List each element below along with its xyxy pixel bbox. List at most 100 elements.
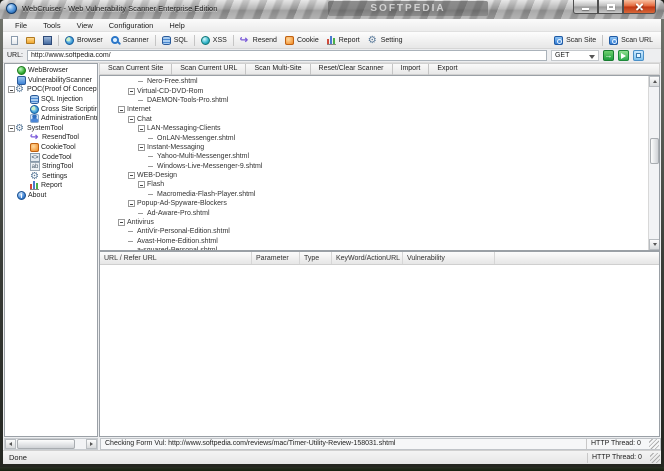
tree-item[interactable]: Windows-Live-Messenger-9.shtml <box>100 162 648 171</box>
tab-scan-current-url[interactable]: Scan Current URL <box>174 63 243 75</box>
scan-url-button[interactable]: Scan URL <box>605 35 657 46</box>
menu-file[interactable]: File <box>7 19 35 32</box>
tree-item[interactable]: WEB-Design <box>100 171 648 180</box>
sidebar-item-administrationentrance[interactable]: AdministrationEntrance <box>5 114 97 124</box>
sidebar-item-poc-proof-of-concept[interactable]: ⚙ POC(Proof Of Concept) <box>5 85 97 95</box>
tree-item[interactable]: LAN-Messaging-Clients <box>100 124 648 133</box>
sidebar-item-report[interactable]: Report <box>5 181 97 191</box>
sidebar-item-cookietool[interactable]: CookieTool <box>5 143 97 153</box>
scrollbar-thumb[interactable] <box>17 438 75 449</box>
tree-item[interactable]: DAEMON-Tools-Pro.shtml <box>100 96 648 105</box>
xss-button[interactable]: XSS <box>197 35 231 46</box>
sidebar-item-webbrowser[interactable]: WebBrowser <box>5 66 97 76</box>
tab-reset-clear-scanner[interactable]: Reset/Clear Scanner <box>313 63 390 75</box>
save-file-button[interactable] <box>39 35 56 46</box>
maximize-button[interactable] <box>598 0 623 14</box>
tree-item[interactable]: OnLAN-Messenger.shtml <box>100 133 648 142</box>
cookie-button[interactable]: Cookie <box>281 35 323 46</box>
start-scan-button[interactable] <box>617 50 629 61</box>
vertical-scrollbar[interactable] <box>648 76 659 250</box>
resize-grip[interactable] <box>650 452 660 463</box>
report-button[interactable]: Report <box>323 35 364 46</box>
expander-minus-icon[interactable] <box>128 87 135 95</box>
tab-scan-multi-site[interactable]: Scan Multi-Site <box>248 63 307 75</box>
resize-grip[interactable] <box>649 438 659 449</box>
scroll-left-button[interactable] <box>5 438 16 449</box>
stop-button[interactable] <box>632 50 644 61</box>
expander-minus-icon[interactable] <box>138 181 145 189</box>
scrollbar-thumb[interactable] <box>650 138 659 164</box>
tree-item[interactable]: Macromedia-Flash-Player.shtml <box>100 190 648 199</box>
tree-item[interactable]: Instant-Messaging <box>100 143 648 152</box>
db-icon <box>30 95 39 105</box>
column-header-vulnerability[interactable]: Vulnerability <box>403 252 495 264</box>
resend-button[interactable]: ↪ Resend <box>236 35 281 46</box>
tree-item[interactable]: Antivirus <box>100 218 648 227</box>
expander-minus-icon[interactable] <box>138 125 145 133</box>
tree-item[interactable]: Ad-Aware-Pro.shtml <box>100 208 648 217</box>
sidebar-item-resendtool[interactable]: ↪ ResendTool <box>5 133 97 143</box>
expander-minus-icon[interactable] <box>128 115 135 123</box>
browser-button[interactable]: Browser <box>61 35 107 46</box>
report-icon <box>30 181 39 191</box>
menu-configuration[interactable]: Configuration <box>101 19 162 32</box>
sidebar-item-stringtool[interactable]: ab StringTool <box>5 162 97 172</box>
column-header-type[interactable]: Type <box>300 252 332 264</box>
sidebar-item-systemtool[interactable]: ⚙ SystemTool <box>5 124 97 133</box>
tab-import[interactable]: Import <box>395 63 427 75</box>
setting-button[interactable]: ⚙ Setting <box>364 35 407 46</box>
expander-minus-icon[interactable] <box>8 124 15 132</box>
expander-minus-icon[interactable] <box>118 219 125 227</box>
url-input[interactable] <box>26 50 547 61</box>
scanner-button[interactable]: Scanner <box>107 35 153 46</box>
expander-minus-icon[interactable] <box>128 172 135 180</box>
tab-scan-current-site[interactable]: Scan Current Site <box>102 63 169 75</box>
tree-item[interactable]: Internet <box>100 105 648 114</box>
scroll-right-button[interactable] <box>86 438 97 449</box>
title-bar[interactable]: WebCruiser - Web Vulnerability Scanner E… <box>0 0 664 19</box>
minimize-button[interactable] <box>573 0 598 14</box>
app-window: WebCruiser - Web Vulnerability Scanner E… <box>0 0 664 471</box>
menu-tools[interactable]: Tools <box>35 19 69 32</box>
sidebar-item-cross-site-scripting[interactable]: Cross Site Scripting <box>5 104 97 114</box>
sql-button[interactable]: SQL <box>158 35 192 46</box>
tree-item[interactable]: Chat <box>100 115 648 124</box>
close-button[interactable] <box>623 0 656 14</box>
scan-site-button[interactable]: Scan Site <box>550 35 600 46</box>
scroll-up-button[interactable] <box>649 76 659 87</box>
column-header-keyword-actionurl[interactable]: KeyWord/ActionURL <box>332 252 403 264</box>
column-header-url-refer-url[interactable]: URL / Refer URL <box>100 252 252 264</box>
arrow-left-icon <box>9 441 12 446</box>
menu-help[interactable]: Help <box>161 19 192 32</box>
sidebar-item-about[interactable]: i About <box>5 191 97 201</box>
tree-item[interactable]: Avast-Home-Edition.shtml <box>100 237 648 246</box>
sidebar-horizontal-scrollbar[interactable] <box>4 437 98 450</box>
tree-item[interactable]: Yahoo-Multi-Messenger.shtml <box>100 152 648 161</box>
toolbar-separator <box>193 34 195 46</box>
sidebar-item-vulnerabilityscanner[interactable]: VulnerabilityScanner <box>5 75 97 86</box>
tab-export[interactable]: Export <box>431 63 463 75</box>
tree-item[interactable]: Popup-Ad-Spyware-Blockers <box>100 199 648 208</box>
resend-label: Resend <box>252 36 277 44</box>
play-icon <box>621 52 627 59</box>
expander-minus-icon[interactable] <box>128 200 135 208</box>
open-file-button[interactable] <box>22 35 39 45</box>
expander-minus-icon[interactable] <box>138 143 145 151</box>
window-bottom-edge <box>0 467 664 471</box>
http-method-select[interactable]: GET <box>550 50 599 61</box>
sidebar-item-sql-injection[interactable]: SQL Injection <box>5 95 97 105</box>
tree-item[interactable]: Flash <box>100 180 648 189</box>
column-header-parameter[interactable]: Parameter <box>252 252 300 264</box>
tree-item[interactable]: Virtual-CD-DVD-Rom <box>100 86 648 95</box>
go-button[interactable]: → <box>602 50 614 61</box>
menu-view[interactable]: View <box>69 19 101 32</box>
new-file-button[interactable] <box>7 35 22 46</box>
report-icon <box>326 35 336 45</box>
expander-minus-icon[interactable] <box>8 86 15 94</box>
sidebar-item-settings[interactable]: ⚙ Settings <box>5 172 97 182</box>
tree-item[interactable]: Nero-Free.shtml <box>100 77 648 86</box>
sidebar-item-codetool[interactable]: <> CodeTool <box>5 152 97 162</box>
scroll-down-button[interactable] <box>649 239 659 250</box>
expander-minus-icon[interactable] <box>118 106 125 114</box>
tree-item[interactable]: AntiVir-Personal-Edition.shtml <box>100 227 648 236</box>
